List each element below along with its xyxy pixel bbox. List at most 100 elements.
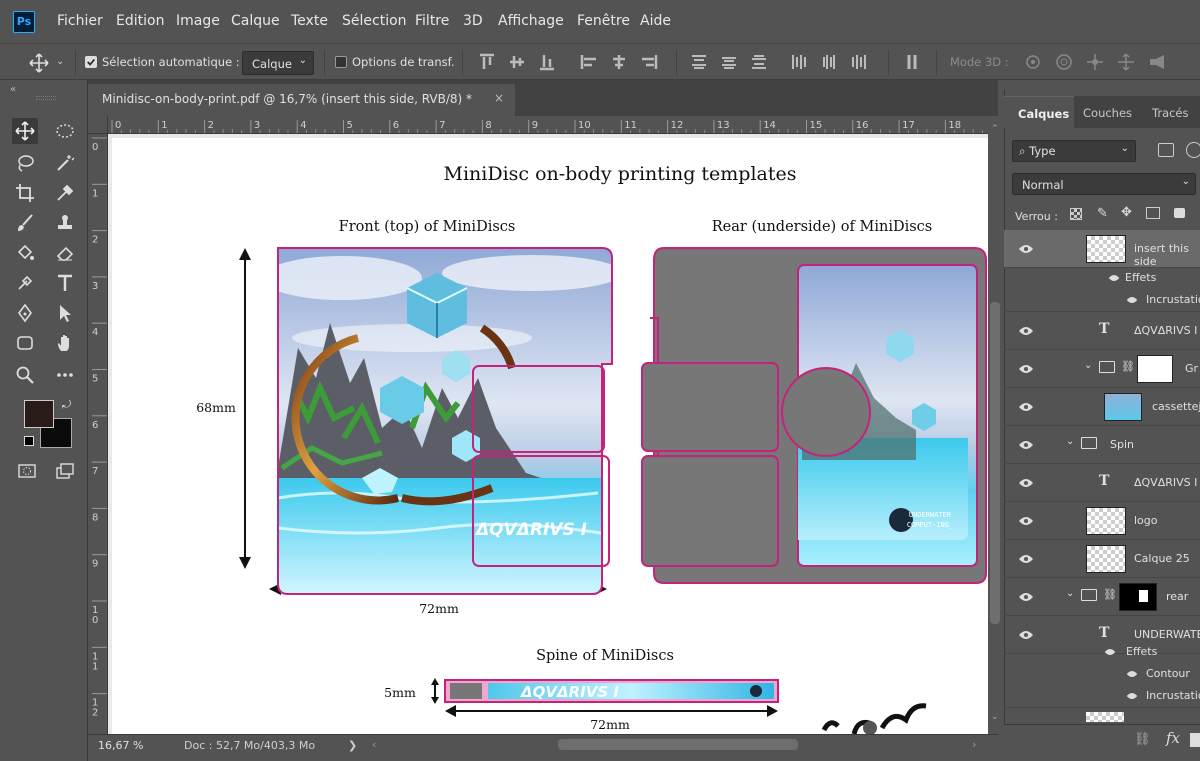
visibility-eye-icon[interactable] bbox=[1018, 515, 1034, 527]
layer-effects-row[interactable]: Effets bbox=[1004, 268, 1200, 290]
align-bottom-icon[interactable] bbox=[538, 53, 556, 71]
visibility-eye-icon[interactable] bbox=[1018, 591, 1034, 603]
chevron-down-icon[interactable]: ⌄ bbox=[1066, 588, 1074, 599]
tab-couches[interactable]: Couches bbox=[1083, 106, 1132, 120]
distribute-vcenter-icon[interactable] bbox=[720, 53, 738, 71]
tab-traces[interactable]: Tracés bbox=[1152, 106, 1189, 120]
chevron-down-icon[interactable]: ⌄ bbox=[56, 56, 64, 67]
crop-tool-icon[interactable] bbox=[12, 180, 38, 206]
distribute-top-icon[interactable] bbox=[690, 53, 708, 71]
layer-name[interactable]: Spin bbox=[1110, 438, 1134, 451]
menu-fenetre[interactable]: Fenêtre bbox=[577, 13, 630, 29]
visibility-eye-icon[interactable] bbox=[1018, 325, 1034, 337]
visibility-eye-icon[interactable] bbox=[1126, 295, 1138, 305]
align-hcenter-icon[interactable] bbox=[610, 53, 628, 71]
smudge-tool-icon[interactable] bbox=[12, 270, 38, 296]
pen-tool-icon[interactable] bbox=[12, 300, 38, 326]
scale-3d-icon[interactable] bbox=[1148, 53, 1166, 71]
menu-calque[interactable]: Calque bbox=[231, 13, 280, 29]
close-tab-icon[interactable]: × bbox=[494, 91, 504, 105]
slide-3d-icon[interactable] bbox=[1117, 53, 1135, 71]
magic-wand-icon[interactable] bbox=[52, 150, 78, 176]
eyedropper-icon[interactable] bbox=[52, 180, 78, 206]
layer-name[interactable]: Gr bbox=[1185, 362, 1198, 375]
visibility-eye-icon[interactable] bbox=[1018, 553, 1034, 565]
canvas-area[interactable]: MiniDisc on-body printing templates Fron… bbox=[108, 134, 988, 734]
scroll-down-icon[interactable]: ⌄ bbox=[991, 712, 999, 722]
layer-row[interactable]: ⌄ ⛓ rear bbox=[1004, 578, 1200, 616]
blend-mode-select[interactable]: Normal ⌄ bbox=[1012, 173, 1196, 195]
default-colors-icon[interactable] bbox=[24, 436, 34, 446]
filter-adjustment-icon[interactable] bbox=[1186, 142, 1200, 158]
distribute-bottom-icon[interactable] bbox=[750, 53, 768, 71]
pan-3d-icon[interactable] bbox=[1086, 53, 1104, 71]
menu-3d[interactable]: 3D bbox=[463, 13, 483, 29]
menu-affichage[interactable]: Affichage bbox=[498, 13, 564, 29]
zoom-level[interactable]: 16,67 % bbox=[98, 739, 143, 752]
layer-name[interactable]: cassettejc bbox=[1152, 400, 1200, 413]
ruler-origin[interactable] bbox=[88, 116, 108, 134]
layer-name[interactable]: ΔQVΔRIVS I bbox=[1134, 324, 1197, 337]
scroll-left-icon[interactable]: ‹ bbox=[372, 738, 376, 751]
auto-align-icon[interactable] bbox=[904, 53, 922, 71]
lock-pixels-icon[interactable]: ✎ bbox=[1097, 206, 1108, 221]
filter-image-icon[interactable] bbox=[1158, 143, 1174, 157]
stamp-tool-icon[interactable] bbox=[52, 210, 78, 236]
document-tab[interactable]: Minidisc-on-body-print.pdf @ 16,7% (inse… bbox=[88, 84, 515, 116]
photoshop-logo[interactable]: Ps bbox=[13, 11, 35, 33]
swap-colors-icon[interactable]: ⤾ bbox=[62, 398, 71, 412]
visibility-eye-icon[interactable] bbox=[1018, 439, 1034, 451]
horizontal-scroll-thumb[interactable] bbox=[558, 739, 798, 750]
foreground-color-swatch[interactable] bbox=[24, 400, 54, 428]
scroll-up-icon[interactable]: ⌃ bbox=[991, 124, 999, 134]
menu-selection[interactable]: Sélection bbox=[342, 13, 407, 29]
lock-position-icon[interactable]: ✥ bbox=[1121, 205, 1132, 220]
align-right-icon[interactable] bbox=[640, 53, 658, 71]
transform-options-checkbox[interactable] bbox=[335, 56, 347, 68]
status-menu-icon[interactable]: ❯ bbox=[348, 739, 357, 752]
target-select[interactable]: Calque ⌄ bbox=[242, 51, 314, 75]
menu-image[interactable]: Image bbox=[176, 13, 220, 29]
visibility-eye-icon[interactable] bbox=[1018, 401, 1034, 413]
layer-row[interactable]: ⌄ ⛓ Gr bbox=[1004, 350, 1200, 388]
type-tool-icon[interactable] bbox=[52, 270, 78, 296]
layer-row[interactable]: ⌄ Spin bbox=[1004, 426, 1200, 464]
chevron-down-icon[interactable]: ⌄ bbox=[1084, 360, 1092, 371]
menu-filtre[interactable]: Filtre bbox=[415, 13, 449, 29]
grip-icon[interactable] bbox=[36, 96, 56, 100]
eraser-icon[interactable] bbox=[52, 240, 78, 266]
visibility-eye-icon[interactable] bbox=[1018, 477, 1034, 489]
visibility-eye-icon[interactable] bbox=[1126, 691, 1138, 701]
more-tools-icon[interactable] bbox=[52, 362, 78, 388]
tab-calques[interactable]: Calques bbox=[1004, 96, 1074, 128]
fx-icon[interactable]: fx bbox=[1166, 729, 1180, 747]
link-layers-icon[interactable]: ⛓ bbox=[1134, 732, 1151, 747]
document-page[interactable]: MiniDisc on-body printing templates Fron… bbox=[112, 138, 988, 734]
orbit-3d-icon[interactable] bbox=[1024, 53, 1042, 71]
layer-name[interactable]: ΔQVΔRIVS I bbox=[1134, 476, 1197, 489]
menu-edition[interactable]: Edition bbox=[116, 13, 164, 29]
visibility-eye-icon[interactable] bbox=[1018, 363, 1034, 375]
path-select-icon[interactable] bbox=[52, 300, 78, 326]
visibility-eye-icon[interactable] bbox=[1018, 243, 1034, 255]
marquee-tool-icon[interactable] bbox=[52, 118, 78, 144]
lock-all-icon[interactable] bbox=[1174, 208, 1185, 218]
menu-texte[interactable]: Texte bbox=[291, 13, 328, 29]
layer-filter-select[interactable]: ⌕ Type ⌄ bbox=[1012, 140, 1136, 162]
chevron-down-icon[interactable]: ⌄ bbox=[1066, 436, 1074, 447]
rectangle-tool-icon[interactable] bbox=[12, 330, 38, 356]
quick-mask-icon[interactable] bbox=[14, 458, 40, 484]
roll-3d-icon[interactable] bbox=[1055, 53, 1073, 71]
layer-name[interactable]: Calque 25 bbox=[1134, 552, 1190, 565]
add-mask-icon[interactable] bbox=[1190, 733, 1200, 747]
visibility-eye-icon[interactable] bbox=[1104, 647, 1116, 657]
layer-effect-row[interactable]: Incrustation bbox=[1004, 686, 1200, 708]
visibility-eye-icon[interactable] bbox=[1126, 669, 1138, 679]
layer-row[interactable]: Calque 25 bbox=[1004, 540, 1200, 578]
lasso-tool-icon[interactable] bbox=[12, 150, 38, 176]
distribute-right-icon[interactable] bbox=[850, 53, 868, 71]
layer-effect-row[interactable]: Incrustation bbox=[1004, 290, 1200, 312]
visibility-eye-icon[interactable] bbox=[1018, 629, 1034, 641]
auto-select-checkbox[interactable] bbox=[85, 56, 97, 68]
distribute-hcenter-icon[interactable] bbox=[820, 53, 838, 71]
